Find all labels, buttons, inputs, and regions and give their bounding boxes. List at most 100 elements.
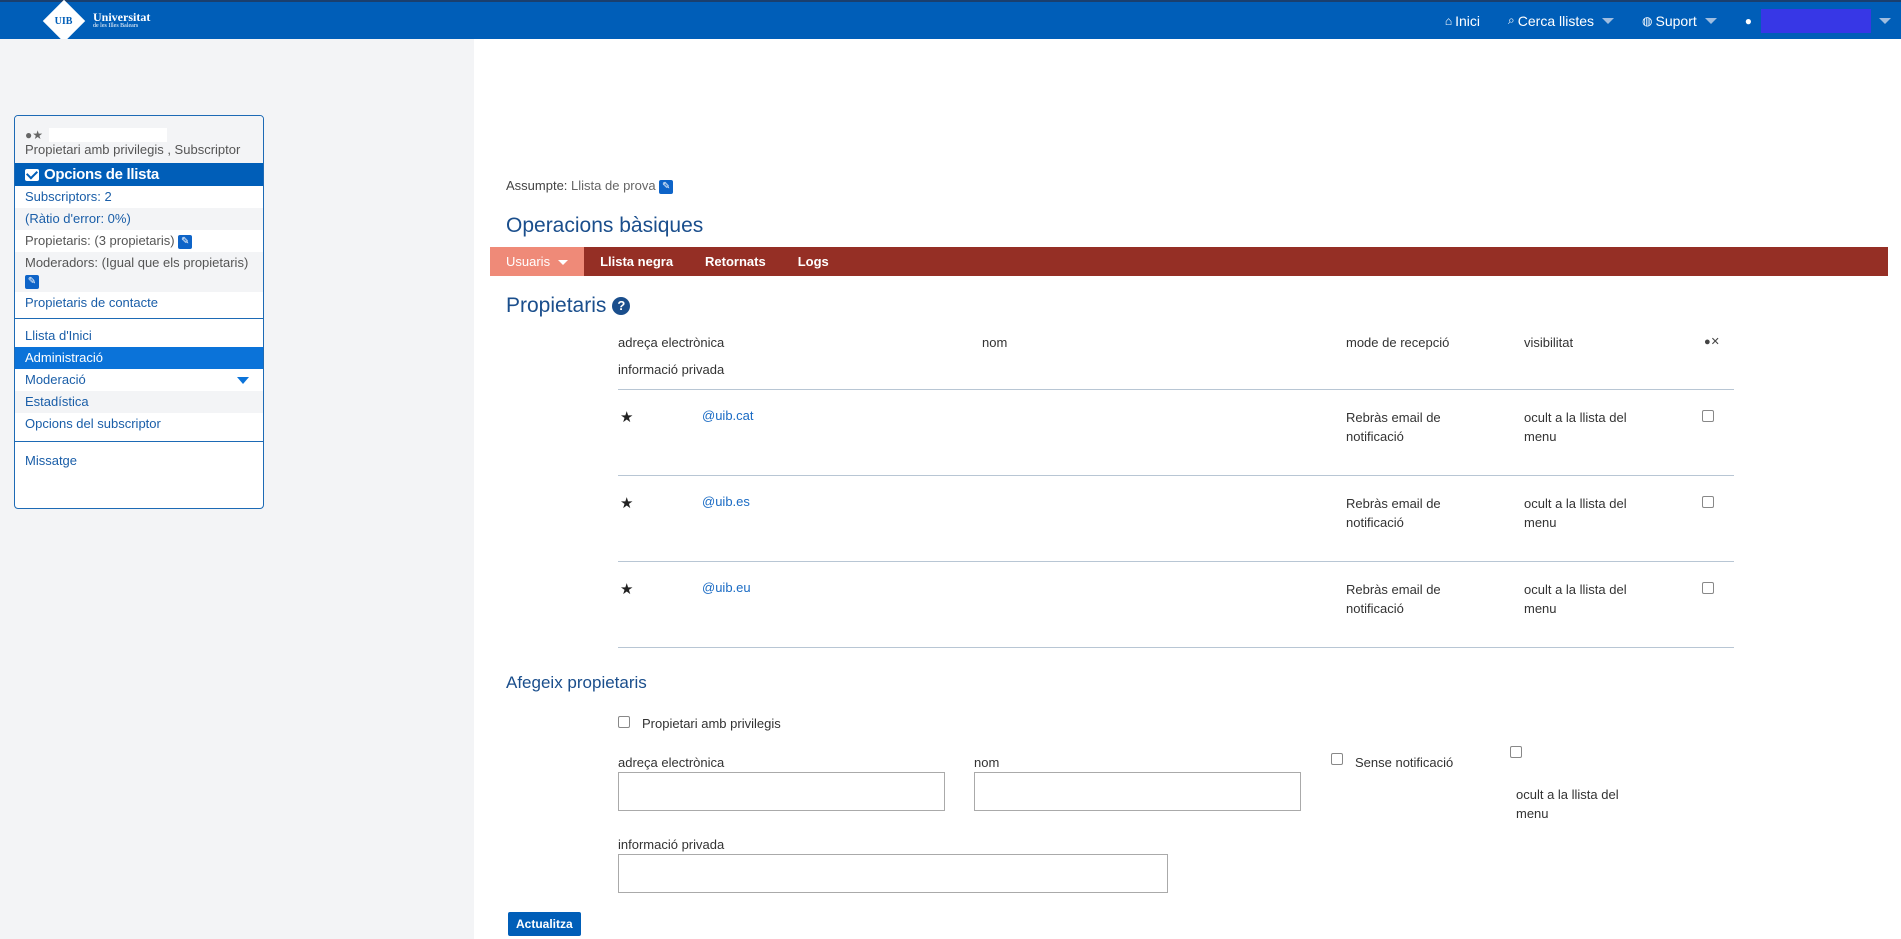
- tab-users[interactable]: Usuaris: [490, 247, 585, 276]
- university-logo[interactable]: UIB Universitat de les Illes Balears: [42, 0, 151, 43]
- divider: [15, 441, 263, 442]
- owners-table: adreça electrònica nom mode de recepció …: [618, 335, 1734, 648]
- panel-title: Opcions de llista: [15, 163, 263, 186]
- nav-support-label: Suport: [1655, 12, 1697, 29]
- subscribers-link[interactable]: Subscriptors: 2: [15, 186, 263, 208]
- add-owners-title: Afegeix propietaris: [506, 673, 647, 692]
- message-menu: Missatge: [15, 450, 263, 472]
- menu-administration[interactable]: Administració: [15, 347, 263, 369]
- owner-visibility: ocult a la llista del menu: [1524, 582, 1627, 616]
- table-row: ★ @uib.cat Rebràs email de notificació o…: [618, 390, 1734, 476]
- user-email-redacted: [49, 128, 168, 142]
- col-private: informació privada: [618, 362, 725, 377]
- menu-moderation-label: Moderació: [25, 372, 86, 387]
- chevron-down-icon: [1879, 17, 1891, 24]
- contact-owners-link[interactable]: Propietaris de contacte: [15, 292, 263, 314]
- user-icon: ●: [1744, 13, 1752, 28]
- owner-email[interactable]: @uib.es: [702, 494, 750, 509]
- error-ratio-link[interactable]: (Ràtio d'error: 0%): [15, 208, 263, 230]
- tab-logs[interactable]: Logs: [782, 247, 845, 276]
- owner-email[interactable]: @uib.cat: [702, 408, 754, 423]
- edit-moderators-icon[interactable]: ✎: [25, 274, 39, 289]
- remove-user-icon[interactable]: ●✕: [1704, 335, 1720, 348]
- logo-mark: UIB: [42, 0, 86, 43]
- tab-blacklist[interactable]: Llista negra: [584, 247, 689, 276]
- help-icon[interactable]: ?: [612, 297, 631, 315]
- owner-visibility: ocult a la llista del menu: [1524, 410, 1627, 444]
- menu-message[interactable]: Missatge: [15, 450, 263, 472]
- chevron-down-icon: [1704, 17, 1717, 24]
- owners-title-label: Propietaris: [506, 294, 607, 317]
- moderators-info-label: Moderadors: (Igual que els propietaris): [25, 255, 249, 270]
- owners-info-label: Propietaris: (3 propietaris): [25, 233, 175, 248]
- email-field[interactable]: [618, 772, 945, 811]
- owner-reception: Rebràs email de notificació: [1346, 582, 1441, 616]
- list-menu: Llista d'Inici Administració Moderació E…: [15, 325, 263, 435]
- name-field[interactable]: [974, 772, 1301, 811]
- row-checkbox[interactable]: [1702, 496, 1714, 508]
- no-notify-label: Sense notificació: [1355, 755, 1454, 770]
- logo-text: Universitat: [93, 9, 151, 24]
- nav-menu: ⌂ Inici ⌕ Cerca llistes ◍ Suport ●: [1445, 2, 1901, 39]
- owners-title: Propietaris ?: [506, 294, 631, 318]
- tab-users-label: Usuaris: [506, 254, 551, 269]
- row-checkbox[interactable]: [1702, 410, 1714, 422]
- hidden-checkbox[interactable]: [1510, 746, 1522, 758]
- edit-subject-icon[interactable]: ✎: [659, 179, 674, 194]
- menu-list-home[interactable]: Llista d'Inici: [15, 325, 263, 347]
- table-header: adreça electrònica nom mode de recepció …: [618, 335, 1734, 390]
- user-roles-text: Propietari amb privilegis , Subscriptor: [25, 142, 241, 157]
- owner-visibility: ocult a la llista del menu: [1524, 496, 1627, 530]
- divider: [15, 318, 263, 319]
- nav-user[interactable]: ●: [1744, 8, 1891, 33]
- panel-title-label: Opcions de llista: [44, 166, 159, 183]
- list-info: Subscriptors: 2 (Ràtio d'error: 0%) Prop…: [15, 186, 263, 314]
- envelope-icon: [25, 168, 39, 181]
- col-reception: mode de recepció: [1346, 335, 1450, 350]
- menu-subscriber-options[interactable]: Opcions del subscriptor: [15, 413, 263, 435]
- table-row: ★ @uib.es Rebràs email de notificació oc…: [618, 476, 1734, 562]
- owner-email[interactable]: @uib.eu: [702, 580, 751, 595]
- chevron-down-icon[interactable]: [237, 377, 249, 384]
- star-icon: ★: [32, 128, 44, 142]
- privileged-checkbox[interactable]: [618, 716, 630, 728]
- col-email: adreça electrònica: [618, 335, 725, 350]
- search-icon: ⌕: [1508, 13, 1515, 27]
- list-subject: Assumpte: Llista de prova ✎: [506, 178, 674, 194]
- owner-reception: Rebràs email de notificació: [1346, 410, 1441, 444]
- owner-reception: Rebràs email de notificació: [1346, 496, 1441, 530]
- user-icon: ●: [25, 128, 33, 142]
- star-icon: ★: [620, 495, 634, 512]
- top-navbar: UIB Universitat de les Illes Balears ⌂ I…: [0, 0, 1901, 43]
- main-content: Assumpte: Llista de prova ✎ Operacions b…: [474, 39, 1901, 939]
- update-button[interactable]: Actualitza: [508, 912, 581, 936]
- nav-search-lists[interactable]: ⌕ Cerca llistes: [1508, 12, 1615, 29]
- owners-info: Propietaris: (3 propietaris) ✎: [15, 230, 263, 252]
- chevron-down-icon: [1602, 17, 1615, 24]
- user-roles: ● ★ Propietari amb privilegis , Subscript…: [15, 116, 263, 163]
- subject-value: Llista de prova: [571, 178, 656, 193]
- row-checkbox[interactable]: [1702, 582, 1714, 594]
- list-options-panel: ● ★ Propietari amb privilegis , Subscript…: [14, 115, 264, 509]
- privileged-label: Propietari amb privilegis: [642, 716, 781, 731]
- nav-support[interactable]: ◍ Suport: [1642, 13, 1717, 29]
- no-notify-checkbox[interactable]: [1331, 753, 1343, 765]
- menu-moderation[interactable]: Moderació: [15, 369, 263, 391]
- private-info-field[interactable]: [618, 854, 1168, 893]
- tab-bounces[interactable]: Retornats: [689, 247, 782, 276]
- menu-statistics[interactable]: Estadística: [15, 391, 263, 413]
- basic-operations-title: Operacions bàsiques: [506, 214, 704, 237]
- moderators-info: Moderadors: (Igual que els propietaris) ✎: [15, 252, 263, 292]
- nav-home[interactable]: ⌂ Inici: [1445, 13, 1480, 29]
- table-row: ★ @uib.eu Rebràs email de notificació oc…: [618, 562, 1734, 648]
- col-name: nom: [982, 335, 1008, 350]
- edit-owners-icon[interactable]: ✎: [178, 234, 193, 249]
- nav-search-label: Cerca llistes: [1517, 12, 1595, 29]
- email-label: adreça electrònica: [618, 755, 725, 770]
- user-name-redacted: [1761, 8, 1871, 33]
- chevron-down-icon: [558, 260, 569, 266]
- globe-icon: ◍: [1642, 13, 1653, 28]
- subject-label: Assumpte:: [506, 178, 568, 193]
- name-label: nom: [974, 755, 1000, 770]
- star-icon: ★: [620, 409, 634, 426]
